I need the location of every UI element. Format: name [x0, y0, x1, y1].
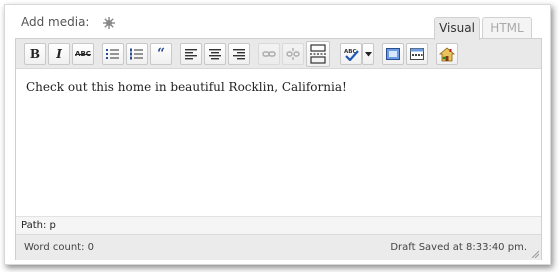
kitchen-sink-button[interactable] — [406, 43, 428, 65]
draft-saved-status: Draft Saved at 8:33:40 pm. — [390, 242, 527, 253]
add-media-label: Add media: — [21, 15, 90, 29]
align-right-icon — [233, 48, 245, 59]
numbered-list-button[interactable] — [126, 43, 148, 65]
align-center-button[interactable] — [204, 43, 226, 65]
blockquote-icon: “ — [156, 46, 166, 62]
editor-toolbar: B I ABC “ ABC — [16, 39, 541, 69]
spellcheck-dropdown-button[interactable] — [362, 43, 374, 65]
fullscreen-icon — [386, 48, 400, 60]
bold-button[interactable]: B — [24, 43, 46, 65]
star-icon[interactable] — [102, 15, 116, 29]
path-label: Path: p — [21, 220, 56, 231]
strikethrough-icon: ABC — [75, 50, 91, 58]
more-tag-icon — [310, 44, 326, 64]
content-paragraph: Check out this home in beautiful Rocklin… — [26, 80, 347, 94]
unlink-icon — [286, 48, 300, 60]
more-tag-button[interactable] — [306, 41, 330, 67]
path-bar: Path: p — [16, 216, 541, 234]
editor-content[interactable]: Check out this home in beautiful Rocklin… — [16, 70, 541, 216]
link-button[interactable] — [258, 43, 280, 65]
unlink-button[interactable] — [282, 43, 304, 65]
house-icon — [439, 46, 455, 61]
align-left-button[interactable] — [180, 43, 202, 65]
spellcheck-dropdown-icon — [364, 51, 372, 56]
spellcheck-button[interactable]: ABC — [340, 43, 362, 65]
align-right-button[interactable] — [228, 43, 250, 65]
align-left-icon — [185, 48, 197, 59]
resize-grip-icon[interactable] — [531, 250, 539, 258]
post-editor-panel: Add media: Visual HTML B I ABC “ ABC Che… — [4, 4, 551, 265]
italic-icon: I — [56, 47, 62, 61]
fullscreen-button[interactable] — [382, 43, 404, 65]
tab-html[interactable]: HTML — [482, 17, 532, 39]
bold-icon: B — [29, 47, 41, 61]
align-center-icon — [209, 48, 221, 59]
blockquote-button[interactable]: “ — [150, 43, 172, 65]
numbered-list-icon — [130, 48, 143, 60]
house-button[interactable] — [436, 43, 458, 65]
strikethrough-button[interactable]: ABC — [72, 43, 94, 65]
link-icon — [262, 51, 276, 57]
editor-frame: B I ABC “ ABC Check out this home in bea… — [15, 38, 542, 260]
bullet-list-icon — [106, 49, 119, 59]
media-row: Add media: Visual HTML — [5, 5, 550, 40]
word-count: Word count: 0 — [24, 242, 95, 253]
tab-visual[interactable]: Visual — [434, 17, 480, 40]
status-bar: Word count: 0 Draft Saved at 8:33:40 pm. — [16, 234, 541, 260]
bullet-list-button[interactable] — [102, 43, 124, 65]
kitchen-sink-icon — [410, 48, 424, 60]
italic-button[interactable]: I — [48, 43, 70, 65]
spellcheck-icon: ABC — [344, 49, 359, 61]
